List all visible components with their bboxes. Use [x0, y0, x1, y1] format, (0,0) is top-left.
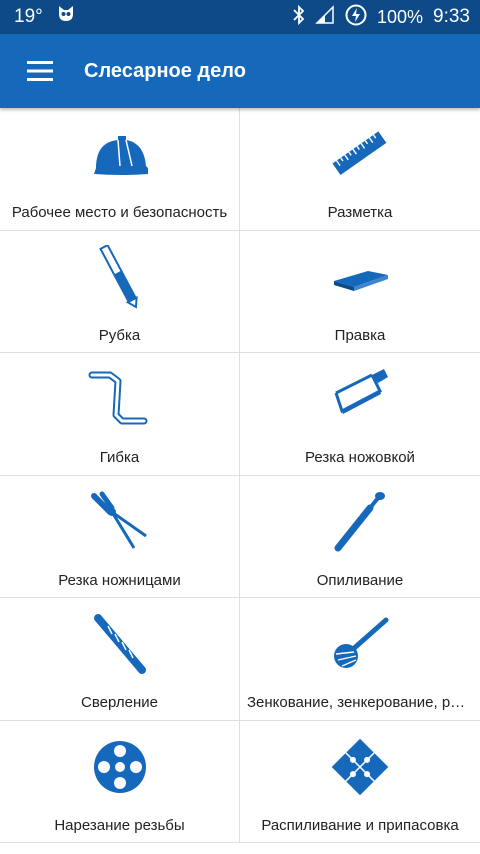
- signal-icon: [315, 4, 335, 30]
- battery-charging-icon: [345, 4, 367, 31]
- hacksaw-icon: [328, 367, 392, 431]
- temperature-text: 19°: [14, 6, 43, 27]
- topic-label: Сверление: [81, 694, 158, 711]
- topic-tile-threading[interactable]: Нарезание резьбы: [0, 720, 240, 843]
- topic-tile-marking[interactable]: Разметка: [240, 108, 480, 231]
- anvil-plate-icon: [328, 245, 392, 309]
- topic-tile-countersinking[interactable]: Зенкование, зенкерование, развертывание: [240, 598, 480, 721]
- topic-tile-bending[interactable]: Гибка: [0, 353, 240, 476]
- topic-label: Рубка: [98, 326, 141, 344]
- ruler-icon: [328, 122, 392, 186]
- page-title: Слесарное дело: [84, 59, 246, 82]
- topic-tile-hacksaw-cutting[interactable]: Резка ножовкой: [240, 353, 480, 476]
- bent-rod-icon: [88, 367, 152, 431]
- thread-die-icon: [88, 735, 152, 799]
- shears-icon: [88, 490, 152, 554]
- countersink-icon: [328, 612, 392, 676]
- puzzle-icon: [328, 735, 392, 799]
- topic-label: Опиливание: [316, 571, 404, 589]
- topic-grid: Рабочее место и безопасность Разметка Ру…: [0, 108, 480, 854]
- topic-tile-straightening[interactable]: Правка: [240, 231, 480, 353]
- topic-tile-chopping[interactable]: Рубка: [0, 230, 240, 353]
- topic-label: Нарезание резьбы: [54, 816, 185, 834]
- hard-hat-icon: [88, 122, 152, 186]
- topic-tile-drilling[interactable]: Сверление: [0, 598, 240, 721]
- file-icon: [328, 490, 392, 554]
- app-bar: Слесарное дело: [0, 34, 480, 108]
- topic-label: Правка: [334, 326, 386, 344]
- topic-tile-filing[interactable]: Опиливание: [240, 476, 480, 598]
- topic-label: Зенкование, зенкерование, развертывание: [247, 694, 473, 711]
- topic-tile-sawing-fitting[interactable]: Распиливание и припасовка: [240, 721, 480, 843]
- topic-label: Резка ножовкой: [305, 449, 415, 466]
- status-left: 19°: [14, 4, 77, 30]
- drill-bit-icon: [88, 612, 152, 676]
- topic-label: Гибка: [99, 449, 140, 466]
- notification-icon: [55, 4, 77, 30]
- bluetooth-icon: [293, 4, 305, 30]
- status-bar: 19° 100% 9:33: [0, 0, 480, 34]
- topic-label: Распиливание и припасовка: [261, 816, 459, 834]
- topic-label: Разметка: [327, 204, 393, 221]
- battery-percent: 100%: [376, 6, 424, 27]
- topic-label: Резка ножницами: [58, 571, 181, 589]
- topic-label: Рабочее место и безопасность: [11, 204, 228, 221]
- chisel-icon: [88, 244, 152, 309]
- menu-button[interactable]: [0, 34, 80, 108]
- topic-tile-workplace-safety[interactable]: Рабочее место и безопасность: [0, 108, 240, 231]
- topic-tile-shears-cutting[interactable]: Резка ножницами: [0, 475, 240, 598]
- clock: 9:33: [433, 6, 470, 27]
- status-right: 100% 9:33: [293, 4, 470, 31]
- hamburger-icon: [27, 61, 53, 81]
